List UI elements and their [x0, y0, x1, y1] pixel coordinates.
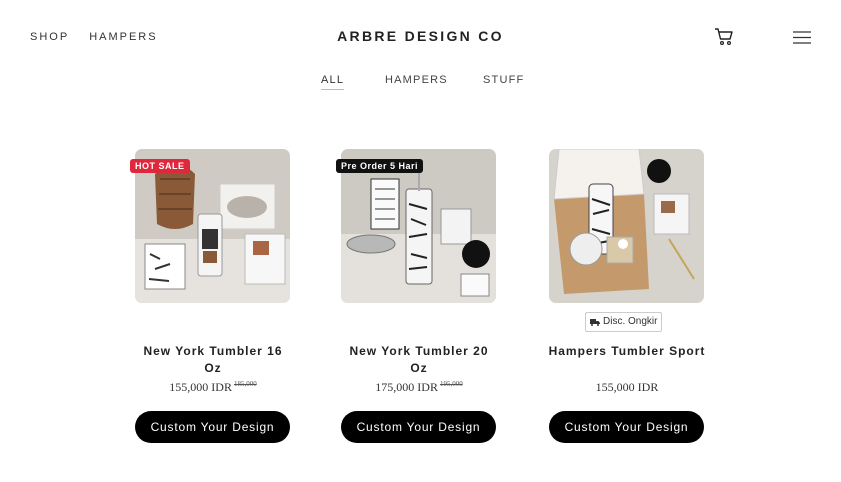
- filter-stuff[interactable]: STUFF: [483, 74, 524, 86]
- current-price: 155,000 IDR: [595, 380, 659, 394]
- product-price: 155,000 IDR: [549, 380, 705, 395]
- product-card[interactable]: Disc. Ongkir Hampers Tumbler Sport 155,0…: [549, 149, 705, 443]
- pre-order-badge: Pre Order 5 Hari: [336, 159, 424, 173]
- custom-design-button[interactable]: Custom Your Design: [135, 411, 290, 443]
- filter-hampers[interactable]: HAMPERS: [385, 74, 448, 86]
- product-price: 175,000 IDR 195,000: [341, 380, 497, 395]
- current-price: 155,000 IDR: [169, 380, 232, 394]
- hot-sale-badge: HOT SALE: [130, 159, 190, 173]
- hamburger-menu-icon[interactable]: [793, 31, 811, 44]
- tag-label: Disc. Ongkir: [603, 316, 658, 327]
- product-name[interactable]: New York Tumbler 16 Oz: [133, 343, 293, 377]
- custom-design-button[interactable]: Custom Your Design: [341, 411, 496, 443]
- product-price: 155,000 IDR 185,000: [135, 380, 291, 395]
- free-shipping-tag: Disc. Ongkir: [585, 312, 663, 332]
- product-card[interactable]: Pre Order 5 Hari New York Tumbler 20 Oz …: [336, 149, 497, 443]
- product-card[interactable]: HOT SALE New York Tumbler 16 Oz 155,000 …: [130, 149, 291, 443]
- product-name[interactable]: New York Tumbler 20 Oz: [339, 343, 499, 377]
- product-image[interactable]: [549, 149, 704, 303]
- custom-design-button[interactable]: Custom Your Design: [549, 411, 704, 443]
- current-price: 175,000 IDR: [375, 380, 438, 394]
- product-name[interactable]: Hampers Tumbler Sport: [547, 343, 707, 360]
- filter-all[interactable]: ALL: [321, 74, 345, 90]
- original-price: 185,000: [233, 380, 257, 388]
- cart-icon[interactable]: [714, 27, 734, 47]
- original-price: 195,000: [439, 380, 463, 388]
- truck-icon: [590, 318, 600, 326]
